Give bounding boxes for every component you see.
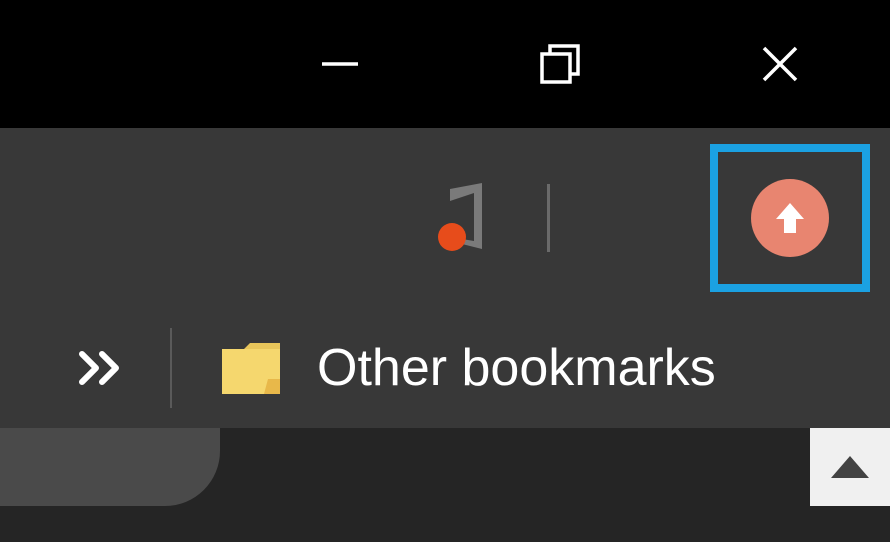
bookmarks-separator <box>170 328 172 408</box>
toolbar-separator <box>547 184 550 252</box>
maximize-restore-button[interactable] <box>450 0 670 128</box>
upload-button-highlight <box>710 144 870 292</box>
minimize-button[interactable] <box>230 0 450 128</box>
bookmarks-overflow-button[interactable] <box>78 348 128 388</box>
chevron-double-right-icon <box>78 348 128 388</box>
close-icon <box>758 42 802 86</box>
bookmarks-bar: Other bookmarks <box>0 308 890 428</box>
office-icon <box>432 179 502 257</box>
close-button[interactable] <box>670 0 890 128</box>
tab-edge <box>0 428 220 506</box>
window-controls <box>230 0 890 128</box>
minimize-icon <box>318 42 362 86</box>
upload-button[interactable] <box>751 179 829 257</box>
restore-icon <box>536 40 584 88</box>
content-area <box>0 428 890 542</box>
folder-icon <box>220 341 282 396</box>
browser-toolbar <box>0 128 890 308</box>
upload-arrow-icon <box>769 197 811 239</box>
window-titlebar <box>0 0 890 128</box>
scrollbar-up-button[interactable] <box>810 428 890 506</box>
other-bookmarks-label[interactable]: Other bookmarks <box>317 338 716 398</box>
office-extension-button[interactable] <box>427 178 507 258</box>
scrollbar-up-icon <box>827 452 873 482</box>
other-bookmarks-folder[interactable] <box>220 341 282 396</box>
